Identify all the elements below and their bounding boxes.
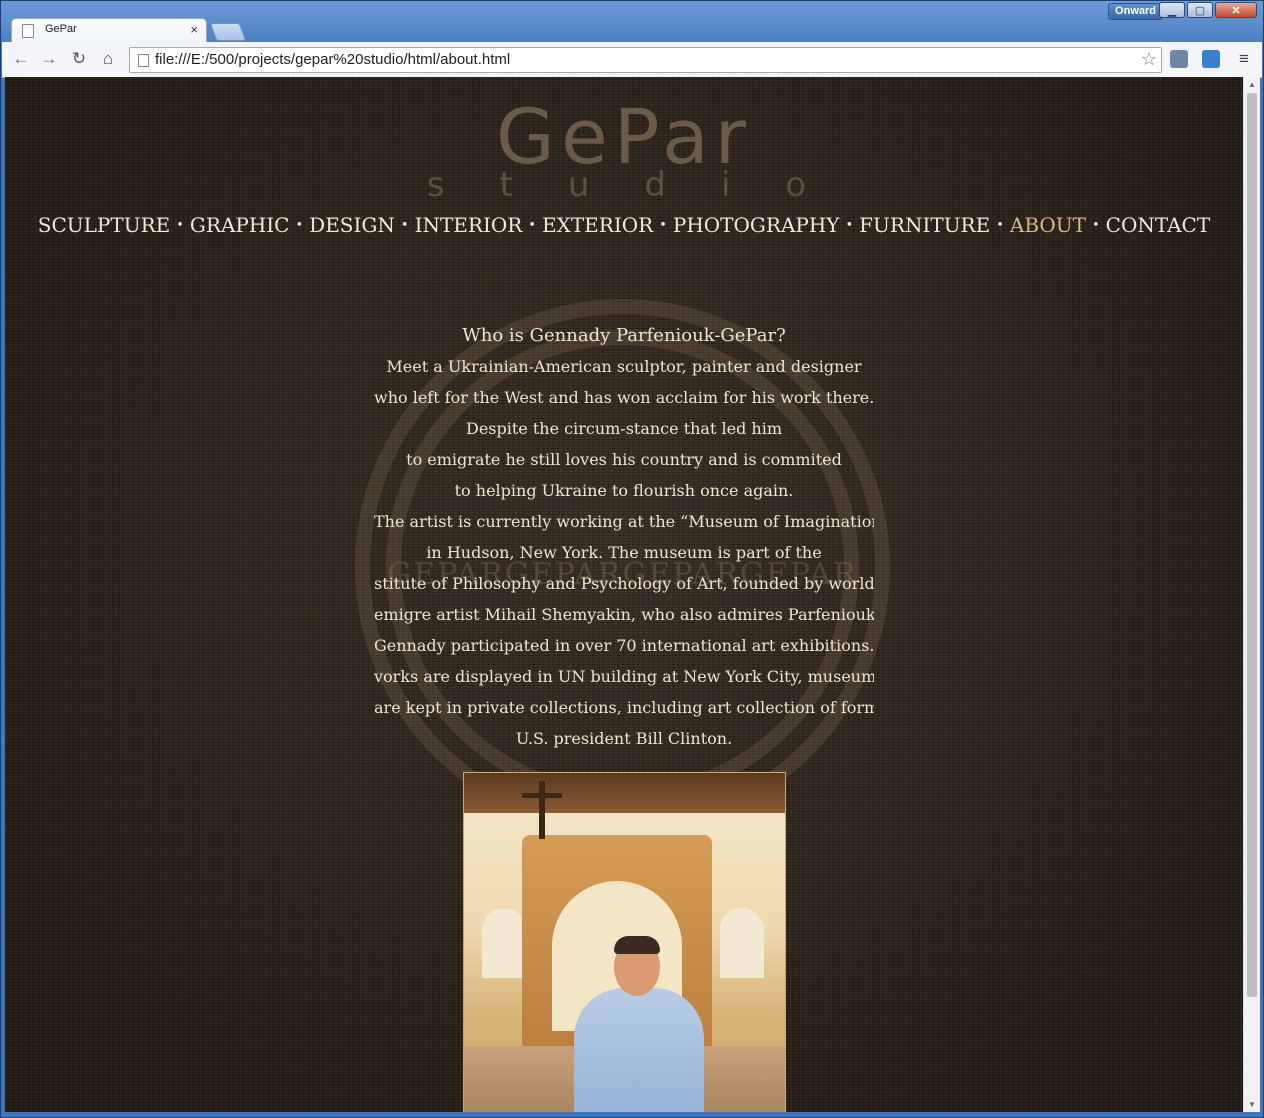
scroll-down-icon[interactable]: ▼ xyxy=(1248,1100,1256,1109)
tab-title: GePar xyxy=(45,23,77,35)
page-icon xyxy=(22,24,34,38)
file-icon xyxy=(138,54,149,67)
nav-separator: • xyxy=(295,218,304,233)
nav-interior[interactable]: INTERIOR xyxy=(415,213,523,237)
nav-separator: • xyxy=(176,218,184,233)
nav-design[interactable]: DESIGN xyxy=(309,213,395,237)
nav-exterior[interactable]: EXTERIOR xyxy=(542,213,653,237)
photo-person-hair xyxy=(614,936,660,954)
page-viewport: GePar studio SCULPTURE • GRAPHIC • DESIGN • IN… xyxy=(5,77,1243,1112)
window-controls: ▁ ▢ ✕ xyxy=(1159,2,1257,18)
nav-graphic[interactable]: GRAPHIC xyxy=(190,213,290,237)
about-line: are kept in private collections, includi… xyxy=(374,698,874,717)
nav-separator: • xyxy=(1092,218,1100,233)
extension-shield-icon[interactable] xyxy=(1170,50,1188,68)
about-line: in Hudson, New York. The museum is part … xyxy=(426,543,822,562)
nav-photography[interactable]: PHOTOGRAPHY xyxy=(673,213,840,237)
scrollbar-thumb[interactable] xyxy=(1247,93,1257,997)
address-bar[interactable]: file:///E:/500/projects/gepar%20studio/h… xyxy=(129,47,1162,73)
about-line: to helping Ukraine to flourish once agai… xyxy=(454,481,794,500)
site-logo[interactable]: GePar xyxy=(5,99,1243,175)
profile-button[interactable]: Onward xyxy=(1108,3,1163,20)
about-line: to emigrate he still loves his country a… xyxy=(406,450,842,469)
about-line: Gennady participated in over 70 internat… xyxy=(374,636,874,655)
about-line: Despite the circum-stance that led him xyxy=(465,419,782,438)
vertical-scrollbar[interactable]: ▲ ▼ xyxy=(1243,77,1260,1112)
nav-separator: • xyxy=(996,218,1004,233)
new-tab-button[interactable] xyxy=(209,23,247,41)
bookmark-star-icon[interactable]: ☆ xyxy=(1141,49,1157,70)
artist-photo xyxy=(463,772,786,1112)
photo-person-body xyxy=(574,988,704,1112)
about-line: emigre artist Mihail Shemyakin, who also… xyxy=(374,605,874,624)
nav-separator: • xyxy=(845,218,854,233)
browser-tab[interactable]: GePar × xyxy=(11,18,207,42)
back-icon[interactable]: ← xyxy=(10,49,32,69)
reload-icon[interactable]: ↻ xyxy=(68,49,90,69)
about-line: U.S. president Bill Clinton. xyxy=(515,729,733,748)
about-line: who left for the West and has won acclai… xyxy=(374,388,874,407)
photo-ceiling xyxy=(464,773,785,813)
minimize-icon[interactable]: ▁ xyxy=(1159,2,1185,18)
photo-crucifix-bar xyxy=(522,793,562,798)
photo-window-left xyxy=(482,908,526,978)
site-logo-subtitle: studio xyxy=(426,165,862,205)
close-window-icon[interactable]: ✕ xyxy=(1215,2,1257,18)
about-line: The artist is currently working at the “… xyxy=(374,512,874,531)
scroll-up-icon[interactable]: ▲ xyxy=(1248,80,1256,89)
about-line: vorks are displayed in UN building at Ne… xyxy=(374,667,874,686)
nav-separator: • xyxy=(659,218,667,233)
home-icon[interactable]: ⌂ xyxy=(97,49,119,69)
menu-icon[interactable]: ≡ xyxy=(1233,49,1255,69)
extension-window-icon[interactable] xyxy=(1202,50,1220,68)
nav-furniture[interactable]: FURNITURE xyxy=(859,213,990,237)
close-tab-icon[interactable]: × xyxy=(190,22,198,37)
nav-separator: • xyxy=(400,218,409,233)
nav-sculpture[interactable]: SCULPTURE xyxy=(38,213,170,237)
photo-crucifix xyxy=(539,781,545,839)
about-line: Meet a Ukrainian-American sculptor, pain… xyxy=(386,357,862,376)
about-text: Who is Gennady Parfeniouk-GePar? Meet a … xyxy=(374,320,874,754)
about-heading: Who is Gennady Parfeniouk-GePar? xyxy=(462,325,786,346)
maximize-icon[interactable]: ▢ xyxy=(1187,2,1213,18)
browser-toolbar: ← → ↻ ⌂ file:///E:/500/projects/gepar%20… xyxy=(2,42,1262,78)
main-nav: SCULPTURE • GRAPHIC • DESIGN • INTERIOR • EXTERI… xyxy=(5,213,1243,237)
url-text: file:///E:/500/projects/gepar%20studio/h… xyxy=(155,51,511,68)
photo-window-right xyxy=(720,908,764,978)
nav-about[interactable]: ABOUT xyxy=(1010,213,1086,237)
about-line: stitute of Philosophy and Psychology of … xyxy=(374,574,874,593)
forward-icon[interactable]: → xyxy=(38,49,60,69)
nav-separator: • xyxy=(528,218,536,233)
nav-contact[interactable]: CONTACT xyxy=(1106,213,1211,237)
